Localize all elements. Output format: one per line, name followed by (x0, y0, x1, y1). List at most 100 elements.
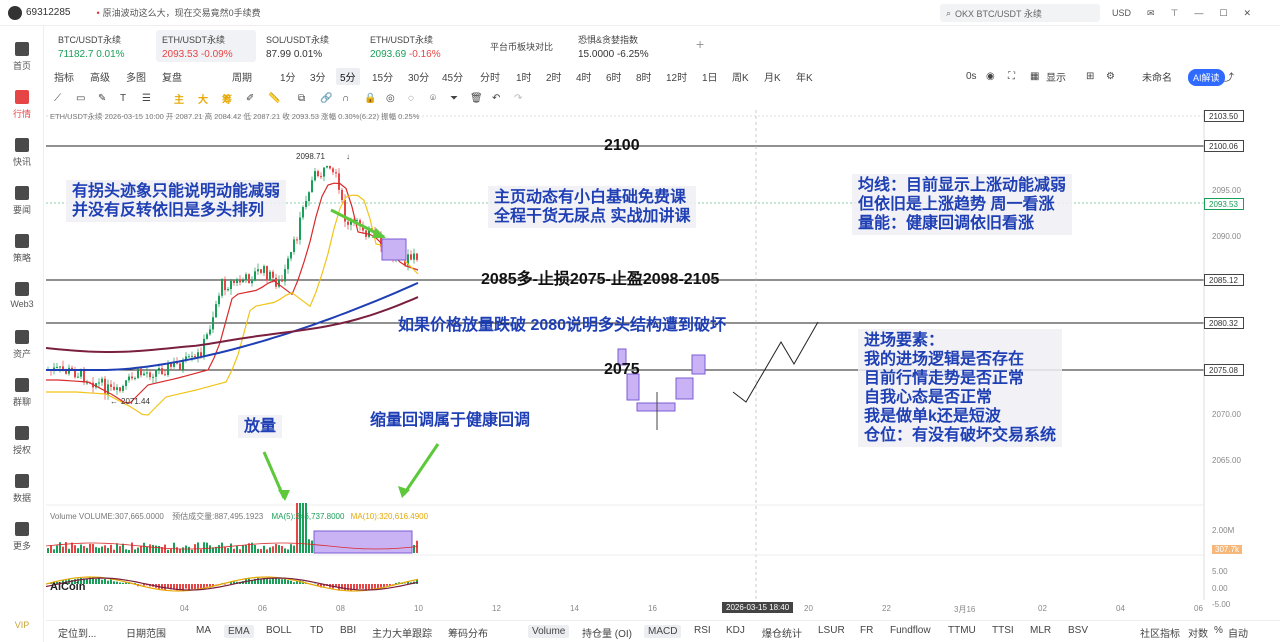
multi-chart-button[interactable]: 多图 (126, 69, 146, 84)
period-year[interactable]: 年K (796, 69, 813, 84)
percent-toggle[interactable]: % (1214, 625, 1223, 636)
period-15m[interactable]: 15分 (372, 69, 393, 84)
fullscreen-icon[interactable]: ⛶ (1008, 71, 1015, 82)
ticker-eth-active[interactable]: ETH/USDT永续 2093.53 -0.09% (156, 30, 256, 62)
ind-rsi[interactable]: RSI (694, 625, 711, 636)
auto-scale-toggle[interactable]: 自动 (1228, 625, 1248, 640)
ind-mlr[interactable]: MLR (1030, 625, 1051, 636)
ind-fundflow[interactable]: Fundflow (890, 625, 931, 636)
pin-icon[interactable]: ⊤ (1171, 8, 1179, 19)
period-8h[interactable]: 8时 (636, 69, 652, 84)
eye-hidden-icon[interactable]: ◌ (408, 93, 414, 104)
link-icon[interactable]: 🔗 (320, 93, 332, 104)
period-2h[interactable]: 2时 (546, 69, 562, 84)
text-tool-icon[interactable]: T (120, 93, 126, 104)
ind-ttsi[interactable]: TTSI (992, 625, 1014, 636)
redo-icon[interactable]: ↷ (514, 93, 522, 104)
nav-item-news[interactable]: 要闻 (0, 180, 44, 220)
currency-select[interactable]: USD (1112, 8, 1131, 18)
layout-icon[interactable]: ▦ (1030, 71, 1039, 82)
ind-ema[interactable]: EMA (224, 625, 254, 638)
period-12h[interactable]: 12时 (666, 69, 687, 84)
log-scale-toggle[interactable]: 对数 (1188, 625, 1208, 640)
period-6h[interactable]: 6时 (606, 69, 622, 84)
advanced-button[interactable]: 高级 (90, 69, 110, 84)
ruler-icon[interactable]: 📏 (268, 93, 280, 104)
ticker-platform-compare[interactable]: 平台币板块对比 (484, 30, 584, 62)
nav-item-data[interactable]: 数据 (0, 468, 44, 508)
ind-bsv[interactable]: BSV (1068, 625, 1088, 636)
ind-kdj[interactable]: KDJ (726, 625, 745, 636)
close-icon[interactable]: ✕ (1243, 8, 1251, 19)
ind-chips[interactable]: 筹码分布 (448, 625, 488, 640)
period-45m[interactable]: 45分 (442, 69, 463, 84)
search-input[interactable]: ⌕ OKX BTC/USDT 永续 (940, 4, 1100, 22)
share-icon[interactable]: ⤴ (1224, 69, 1234, 84)
undo-icon[interactable]: ↶ (492, 93, 500, 104)
brush-icon[interactable]: ✐ (246, 93, 254, 104)
trash-icon[interactable]: 🗑 (470, 93, 483, 104)
ind-boll[interactable]: BOLL (266, 625, 292, 636)
nav-item-strategy[interactable]: 策略 (0, 228, 44, 268)
ai-interpret-button[interactable]: AI解读 (1188, 69, 1225, 86)
ticker-sol[interactable]: SOL/USDT永续 87.99 0.01% (260, 30, 360, 62)
ind-volume[interactable]: Volume (528, 625, 570, 638)
layers-icon[interactable]: ⊞ (1086, 71, 1094, 82)
period-5m[interactable]: 5分 (336, 67, 360, 85)
indicator-button[interactable]: 指标 (54, 69, 74, 84)
display-button[interactable]: 显示 (1046, 69, 1066, 84)
filter-icon[interactable]: ⏷ (450, 93, 458, 104)
lock-icon[interactable]: 🔒 (364, 93, 376, 104)
period-timeline[interactable]: 分时 (480, 69, 500, 84)
crop-icon[interactable]: ⧉ (298, 93, 305, 104)
layout-name[interactable]: 未命名 (1142, 69, 1172, 84)
add-ticker-icon[interactable]: + (690, 30, 710, 62)
ind-macd[interactable]: MACD (644, 625, 682, 638)
ind-bbi[interactable]: BBI (340, 625, 356, 636)
nav-item-chat[interactable]: 群聊 (0, 372, 44, 412)
community-indicator-button[interactable]: 社区指标 (1140, 625, 1180, 640)
locate-button[interactable]: 定位到... (58, 625, 96, 640)
replay-button[interactable]: 复盘 (162, 69, 182, 84)
news-marquee[interactable]: • 原油波动这么大，现在交易竟然0手续费 (97, 6, 261, 19)
period-1m[interactable]: 1分 (280, 69, 296, 84)
ticker-eth-2[interactable]: ETH/USDT永续 2093.69 -0.16% (364, 30, 464, 62)
ind-main-force[interactable]: 主力大单跟踪 (372, 625, 432, 640)
ind-td[interactable]: TD (310, 625, 323, 636)
period-1d[interactable]: 1日 (702, 69, 718, 84)
settings-icon[interactable]: ⚙ (1106, 71, 1115, 82)
mail-icon[interactable]: ✉ (1147, 8, 1155, 19)
alert-icon[interactable]: ⌾ (430, 93, 436, 104)
ind-lsur[interactable]: LSUR (818, 625, 845, 636)
vip-badge[interactable]: VIP (0, 620, 44, 630)
period-week[interactable]: 周K (732, 69, 749, 84)
period-4h[interactable]: 4时 (576, 69, 592, 84)
rect-tool-icon[interactable]: ▭ (76, 93, 85, 104)
ind-liquidation[interactable]: 爆仓统计 (762, 625, 802, 640)
nav-item-assets[interactable]: 资产 (0, 324, 44, 364)
fib-tool-icon[interactable]: ☰ (142, 93, 151, 104)
large-order-button[interactable]: 大 (198, 91, 208, 106)
ind-ma[interactable]: MA (196, 625, 211, 636)
period-month[interactable]: 月K (764, 69, 781, 84)
period-3m[interactable]: 3分 (310, 69, 326, 84)
pen-tool-icon[interactable]: ✎ (98, 93, 106, 104)
main-force-button[interactable]: 主 (174, 91, 184, 106)
ind-ttmu[interactable]: TTMU (948, 625, 976, 636)
period-label[interactable]: 周期 (232, 69, 252, 84)
nav-item-auth[interactable]: 授权 (0, 420, 44, 460)
camera-icon[interactable]: ◉ (986, 71, 995, 82)
magnet-icon[interactable]: ∩ (342, 93, 349, 104)
eye-icon[interactable]: ◎ (386, 93, 395, 104)
maximize-icon[interactable]: ☐ (1219, 8, 1227, 19)
nav-item-home[interactable]: 首页 (0, 36, 44, 76)
nav-item-market[interactable]: 行情 (0, 84, 44, 124)
date-range-button[interactable]: 日期范围 (126, 625, 166, 640)
nav-item-flash[interactable]: 快讯 (0, 132, 44, 172)
ind-oi[interactable]: 持仓量 (OI) (582, 625, 632, 640)
line-tool-icon[interactable]: ⟋ (54, 93, 61, 104)
nav-item-more[interactable]: 更多 (0, 516, 44, 556)
chips-button[interactable]: 筹 (222, 91, 232, 106)
ticker-btc[interactable]: BTC/USDT永续 71182.7 0.01% (52, 30, 152, 62)
ticker-fear-greed[interactable]: 恐惧&贪婪指数 15.0000 -6.25% (572, 30, 682, 62)
